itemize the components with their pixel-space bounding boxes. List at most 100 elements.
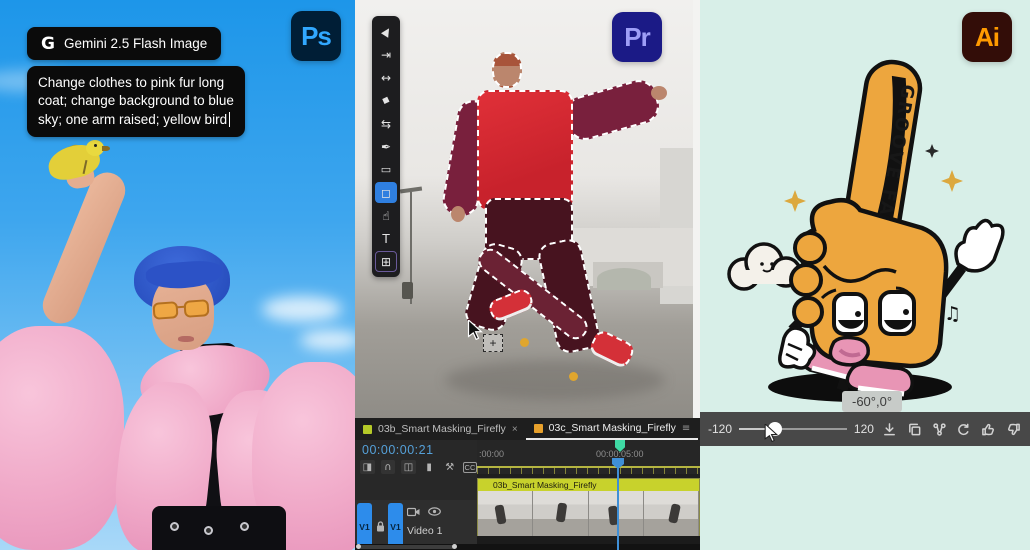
ruler-ticks [477, 466, 700, 474]
sequence-tab-03c[interactable]: 03c_Smart Masking_Firefly ≡ [526, 418, 699, 440]
mouse-cursor-icon [467, 320, 483, 340]
variations-button[interactable] [930, 419, 948, 439]
thumbs-up-button[interactable] [980, 419, 998, 439]
google-g-icon: G [41, 34, 55, 54]
clip-frame [533, 491, 588, 536]
rectangle-tool[interactable]: ▭ [375, 159, 397, 180]
scrollbar-end-dot[interactable] [452, 544, 457, 549]
scrollbar-handle[interactable] [357, 545, 455, 549]
photoshop-panel: G Gemini 2.5 Flash Image Change clothes … [0, 0, 355, 550]
object-selection-tool[interactable]: ◻ [375, 182, 397, 203]
timeline-header-column: 00:00:00:21 ◨ ∩ ◫ ▮ ⚒ CC V1 V1 [355, 440, 477, 544]
skater-left-hand [451, 206, 465, 222]
music-note-icon: ♫ [944, 303, 961, 325]
track-visibility-eye-icon[interactable] [428, 507, 441, 516]
hand-tool[interactable]: ☝ [375, 205, 397, 226]
track-v1-source-button[interactable]: V1 [357, 503, 372, 550]
illustrator-logo: Ai [962, 12, 1012, 62]
bird-beak [102, 146, 110, 151]
rotation-slider-track[interactable] [739, 422, 847, 436]
timeline-horizontal-scrollbar[interactable] [355, 544, 700, 550]
reset-button[interactable] [955, 419, 973, 439]
nest-toggle-icon[interactable]: ◨ [360, 460, 375, 474]
snap-magnet-icon[interactable]: ∩ [381, 460, 396, 474]
foam-finger-fist [791, 200, 946, 366]
clip-name-label: 03b_Smart Masking_Firefly [478, 479, 699, 491]
track-v1-target-button[interactable]: V1 [388, 503, 403, 550]
photoshop-logo: Ps [291, 11, 341, 61]
sync-lock-icon[interactable] [407, 507, 420, 517]
ground-shadow [445, 360, 665, 400]
premiere-logo: Pr [612, 12, 662, 62]
illustrator-panel: ♪ ♫ GROOVE FAN [700, 0, 1030, 550]
premiere-video-viewport: + ▶ ⇥ ↔ ◆ ⇆ ✒ ▭ ◻ ☝ T ⊞ Pr [355, 0, 700, 418]
rotation-slider-bar: -120 120 [700, 412, 1030, 446]
slip-tool[interactable]: ⇆ [375, 113, 397, 134]
track-lock[interactable] [374, 503, 386, 550]
track-select-forward-tool[interactable]: ⇥ [375, 44, 397, 65]
skater-head [492, 52, 522, 88]
rotation-tooltip: -60°,0° [842, 391, 902, 412]
rectangle-tool-icon: ▭ [381, 163, 391, 176]
composite-screenshot: G Gemini 2.5 Flash Image Change clothes … [0, 0, 1030, 550]
selection-tool[interactable]: ▶ [375, 21, 397, 42]
playhead-timecode[interactable]: 00:00:00:21 [355, 440, 477, 458]
ripple-edit-tool[interactable]: ↔ [375, 67, 397, 88]
scrollbar-end-dot[interactable] [356, 544, 361, 549]
sequence-color-swatch [363, 425, 372, 434]
timeline-toolbar: ◨ ∩ ◫ ▮ ⚒ CC [355, 458, 477, 474]
razor-tool[interactable]: ◆ [375, 90, 397, 111]
razor-tool-icon: ◆ [380, 94, 391, 107]
transform-tool[interactable]: ⊞ [375, 251, 397, 272]
foam-finger-character: ♪ ♫ GROOVE FAN [700, 52, 1030, 412]
black-pants [152, 506, 286, 550]
photoshop-logo-text: Ps [301, 21, 331, 52]
thumbs-down-button[interactable] [1004, 419, 1022, 439]
playhead-line[interactable] [617, 468, 619, 550]
prompt-input[interactable]: Change clothes to pink fur long coat; ch… [27, 66, 245, 137]
clip-frame [478, 491, 533, 536]
track-select-forward-icon: ⇥ [381, 48, 391, 62]
slider-max-label: 120 [854, 422, 874, 436]
pen-tool-icon: ✒ [381, 140, 391, 154]
timeline-empty-row [477, 536, 700, 544]
timeline-clip[interactable]: 03b_Smart Masking_Firefly [477, 478, 700, 536]
add-marker-icon[interactable]: ▮ [422, 460, 437, 474]
skater-right-hand [651, 86, 667, 100]
type-tool-icon: T [382, 232, 389, 246]
slip-tool-icon: ⇆ [381, 117, 391, 131]
download-button[interactable] [881, 419, 899, 439]
duplicate-button[interactable] [906, 419, 924, 439]
close-tab-icon[interactable]: × [512, 424, 518, 435]
timeline-settings-wrench-icon[interactable]: ⚒ [442, 460, 457, 474]
character-mouth [830, 338, 868, 365]
gemini-model-badge: G Gemini 2.5 Flash Image [27, 27, 221, 60]
cloud [262, 296, 342, 322]
captions-badge[interactable]: CC [463, 462, 477, 473]
sequence-tab-03b[interactable]: 03b_Smart Masking_Firefly × [355, 418, 526, 440]
hand-tool-icon: ☝ [382, 209, 389, 223]
thumbs-up-icon [981, 422, 996, 437]
trash-bin [402, 282, 413, 299]
variations-icon [932, 422, 947, 437]
mouse-cursor-icon [764, 424, 778, 442]
panel-menu-icon[interactable]: ≡ [682, 423, 690, 434]
premiere-timeline: 03b_Smart Masking_Firefly × 03c_Smart Ma… [355, 418, 700, 550]
skater-jacket-right-arm [561, 76, 663, 144]
download-icon [882, 422, 897, 437]
pen-tool[interactable]: ✒ [375, 136, 397, 157]
ruler-label-start: :00:00 [479, 449, 504, 459]
type-tool[interactable]: T [375, 228, 397, 249]
skateboard-wheel [520, 338, 529, 347]
cloud [300, 330, 355, 350]
premiere-toolbar: ▶ ⇥ ↔ ◆ ⇆ ✒ ▭ ◻ ☝ T ⊞ [372, 16, 400, 277]
pink-fur-sleeve [0, 326, 124, 550]
duplicate-icon [907, 422, 922, 437]
clip-thumbnails [478, 491, 699, 536]
timeline-ruler[interactable]: :00:00 00:00:05:00 [477, 440, 700, 474]
sunglasses-right-lens [183, 299, 209, 318]
video-track-header: V1 V1 [355, 500, 477, 550]
right-glove [956, 220, 1003, 270]
sequence-tab-label: 03b_Smart Masking_Firefly [378, 423, 506, 435]
linked-selection-icon[interactable]: ◫ [401, 460, 416, 474]
